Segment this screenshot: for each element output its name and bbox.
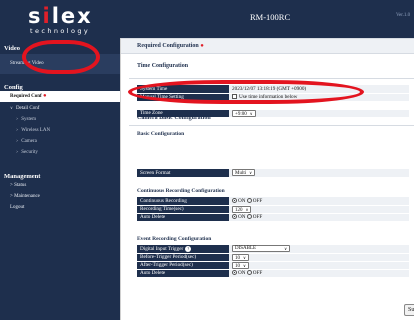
divider — [129, 125, 414, 126]
continuous-rec-title: Continuous Recording Configuration — [137, 188, 225, 194]
digital-input-trigger-label: Digital Input Trigger? — [137, 245, 229, 254]
rec-time-select[interactable]: 120 ∨ — [232, 205, 252, 213]
continuous-autodel-label: Auto Delete — [137, 213, 229, 222]
sidebar-item-logout[interactable]: Logout — [0, 202, 120, 213]
chevron-right-icon: > — [10, 183, 13, 188]
screen-format-label: Screen Format — [137, 169, 229, 178]
table-row: Before-Trigger Period(sec) 10 ∨ — [137, 253, 409, 262]
required-dot-icon: ● — [200, 43, 204, 49]
table-row: Screen Format Multi ∨ — [137, 169, 409, 178]
before-trigger-label: Before-Trigger Period(sec) — [137, 253, 229, 262]
event-rec-table: Digital Input Trigger? DISABLE ∨ Before-T… — [137, 245, 409, 278]
collapse-caret-icon: ∨ — [10, 105, 13, 110]
chevron-down-icon: ∨ — [243, 262, 246, 268]
continuous-rec-on-radio[interactable] — [232, 198, 237, 204]
camera-config-title: Camera Basic Configuration — [137, 115, 211, 121]
table-row: Auto Delete ON OFF — [137, 269, 409, 278]
divider — [129, 78, 414, 79]
sidebar-item-maintenance[interactable]: > Maintenance — [0, 191, 120, 202]
table-row: After-Trigger Period(sec) 10 ∨ — [137, 261, 409, 270]
chevron-right-icon: > — [10, 194, 13, 199]
sidebar-item-status[interactable]: > Status — [0, 180, 120, 191]
continuous-rec-label: Continuous Recording — [137, 197, 229, 206]
continuous-autodel-on-radio[interactable] — [232, 214, 237, 220]
sidebar-item-required-conf[interactable]: Required Conf ● — [0, 91, 120, 102]
firmware-version: Ver.1.0 — [396, 13, 411, 18]
sidebar-section-config: Config Required Conf ● ∨ Detail Conf > Sys… — [0, 84, 120, 157]
chevron-down-icon: ∨ — [284, 246, 287, 252]
chevron-right-icon: > — [16, 116, 19, 121]
annotation-oval-system-time — [128, 80, 364, 104]
chevron-down-icon: ∨ — [249, 170, 253, 176]
timezone-select[interactable]: +9:00 ∨ — [232, 109, 256, 117]
sidebar-item-detail-conf[interactable]: ∨ Detail Conf — [0, 102, 120, 113]
help-icon[interactable]: ? — [185, 245, 192, 252]
sidebar: Video Streaming Video Config Required Co… — [0, 38, 120, 320]
submit-button[interactable]: Submit — [404, 304, 414, 316]
before-trigger-select[interactable]: 10 ∨ — [232, 253, 249, 261]
after-trigger-label: After-Trigger Period(sec) — [137, 261, 229, 270]
table-row: Recording Time(sec) 120 ∨ — [137, 205, 409, 214]
digital-input-trigger-select[interactable]: DISABLE ∨ — [232, 245, 290, 253]
chevron-down-icon: ∨ — [249, 110, 253, 116]
config-heading: Config — [4, 84, 23, 91]
event-autodel-off-radio[interactable] — [246, 270, 252, 276]
management-heading: Management — [4, 173, 41, 180]
event-autodel-on-radio[interactable] — [232, 270, 237, 276]
chevron-right-icon: > — [16, 149, 19, 154]
annotation-oval-streaming — [22, 40, 100, 74]
sidebar-item-security[interactable]: > Security — [0, 146, 120, 157]
basic-config-title: Basic Configuration — [137, 131, 185, 137]
event-autodel-label: Auto Delete — [137, 269, 229, 278]
table-row: Continuous Recording ON OFF — [137, 197, 409, 206]
basic-config-table: Screen Format Multi ∨ — [137, 169, 409, 178]
sidebar-item-system[interactable]: > System — [0, 113, 120, 124]
sidebar-item-wireless-lan[interactable]: > Wireless LAN — [0, 124, 120, 135]
screen-format-select[interactable]: Multi ∨ — [232, 169, 256, 177]
model-name: RM-100RC — [250, 12, 291, 22]
table-row: Auto Delete ON OFF — [137, 213, 409, 222]
chevron-right-icon: > — [16, 138, 19, 143]
page-title: Required Configuration ● — [121, 38, 414, 54]
continuous-rec-table: Continuous Recording ON OFF Recording Ti… — [137, 197, 409, 222]
sidebar-item-camera[interactable]: > Camera — [0, 135, 120, 146]
table-row: Digital Input Trigger? DISABLE ∨ — [137, 245, 409, 254]
chevron-down-icon: ∨ — [243, 254, 246, 260]
required-dot-icon: ● — [42, 93, 47, 99]
rec-time-label: Recording Time(sec) — [137, 205, 229, 214]
continuous-autodel-off-radio[interactable] — [246, 214, 252, 220]
chevron-down-icon: ∨ — [245, 206, 249, 212]
event-rec-title: Event Recording Configuration — [137, 236, 212, 242]
sidebar-section-management: Management > Status > Maintenance Logout — [0, 173, 120, 213]
after-trigger-select[interactable]: 10 ∨ — [232, 261, 249, 269]
time-config-title: Time Configuration — [137, 63, 189, 69]
continuous-rec-off-radio[interactable] — [246, 198, 252, 204]
chevron-right-icon: > — [16, 127, 19, 132]
header-bar: silex technology RM-100RC Ver.1.0 — [0, 0, 414, 38]
silex-logo: silex technology — [28, 4, 93, 36]
